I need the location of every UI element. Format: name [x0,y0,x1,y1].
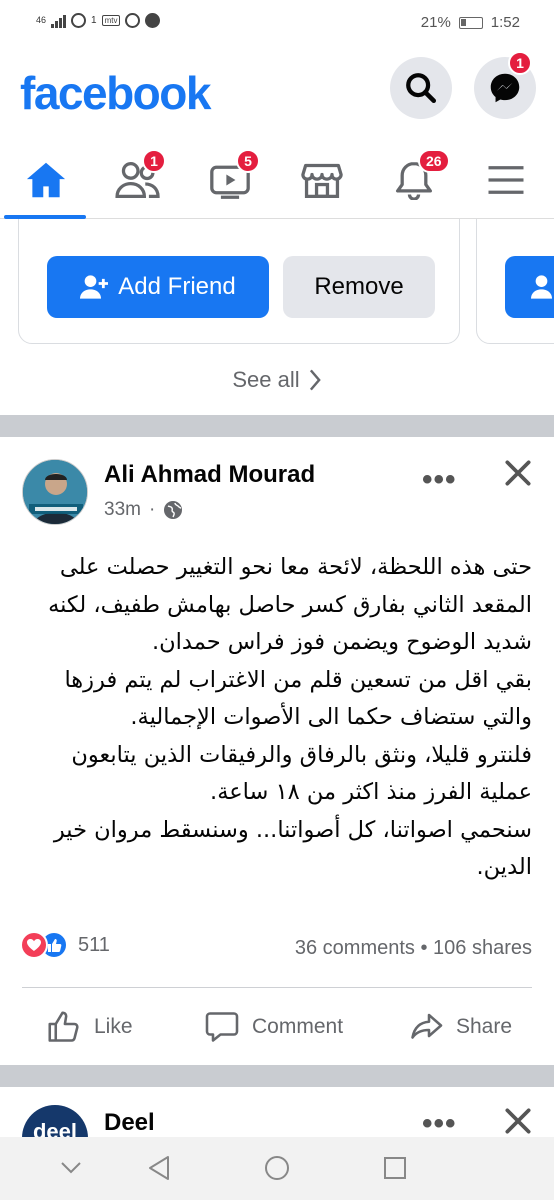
love-reaction-icon [20,931,48,959]
home-circle-icon [265,1156,289,1180]
hide-post-button[interactable] [502,457,534,494]
see-all-label: See all [232,367,300,392]
post-line: عملية الفرز منذ اكثر من ١٨ ساعة. [210,779,532,805]
status-icons-left: 46 1 mtv [36,13,161,28]
friends-badge: 1 [142,149,166,173]
hamburger-menu-icon [488,166,524,194]
post-meta: 33m · [104,499,183,521]
post-line: فلنترو قليلا، ونثق بالرفاق والرفيقات الذ… [71,741,532,768]
facebook-notification-icon [145,13,161,28]
post-options-button[interactable]: ••• [422,463,457,497]
comment-label: Comment [252,1015,344,1038]
app-header: facebook 1 [0,46,554,141]
like-label: Like [94,1015,133,1038]
post-time[interactable]: 33m [104,499,141,521]
profile-photo [23,460,87,524]
marketplace-icon [301,163,343,198]
feed-divider [0,415,554,437]
add-friend-icon [531,275,552,299]
friend-suggestions: Add Friend Remove See all [0,219,554,415]
share-button[interactable]: Share [408,1005,512,1049]
reaction-summary[interactable]: 511 [20,931,110,959]
home-icon [26,162,66,198]
carrier-icon: mtv [101,15,121,26]
comments-shares-count[interactable]: 36 comments • 106 shares [295,937,532,960]
vpn-icon [125,13,141,28]
recents-button[interactable] [380,1153,410,1183]
notifications-badge: 26 [418,149,450,173]
post-line: شديد الوضوح ويضمن فوز فراس حمدان. [151,629,532,655]
comment-button[interactable]: Comment [204,1005,343,1049]
post-line: بقي اقل من تسعين قلم من الاغتراب لم يتم … [64,666,532,693]
like-button[interactable]: Like [46,1005,133,1049]
signal-icon [51,14,67,28]
post-line: المقعد الثاني بفارق كسر حاصل بهامش طفيف،… [48,591,532,618]
recents-square-icon [384,1157,406,1179]
share-icon [411,1013,443,1039]
battery-icon [458,16,483,29]
globe-icon [164,501,183,519]
add-friend-label: Add Friend [118,273,236,300]
comment-icon [205,1012,239,1042]
tab-friends[interactable]: 1 [94,141,182,219]
search-button[interactable] [390,57,452,119]
close-icon [505,1108,531,1134]
status-icons-right: 21% 1:52 [421,14,520,31]
search-icon [406,73,437,104]
system-navigation-bar [0,1137,554,1200]
post-line: حتى هذه اللحظة، لائحة معا نحو التغيير حص… [59,554,532,580]
add-friend-icon [80,275,109,299]
messenger-badge: 1 [508,51,532,75]
add-friend-button[interactable]: Add Friend [47,256,269,318]
add-friend-button-next[interactable] [505,256,554,318]
feed-post: Ali Ahmad Mourad 33m · ••• حتى هذه اللحظ… [0,437,554,1065]
tab-menu[interactable] [462,141,550,219]
network-type: 46 [36,15,47,25]
post-author[interactable]: Ali Ahmad Mourad [104,461,315,489]
back-button[interactable] [144,1153,174,1183]
author-avatar[interactable] [22,459,88,525]
sim-indicator: 1 [91,15,97,26]
suggestion-card-next [476,219,554,344]
post-options-button-next[interactable]: ••• [422,1107,457,1141]
remove-button[interactable]: Remove [283,256,435,318]
tab-marketplace[interactable] [278,141,366,219]
messenger-button[interactable]: 1 [474,51,536,119]
messenger-icon [490,73,520,103]
main-tabs: 1 5 26 [0,141,554,219]
post-body: حتى هذه اللحظة، لائحة معا نحو التغيير حص… [24,549,532,887]
tab-home[interactable] [2,141,90,219]
home-button[interactable] [262,1153,292,1183]
battery-percent: 21% [420,14,451,31]
tab-notifications[interactable]: 26 [370,141,458,219]
watch-badge: 5 [236,149,260,173]
post-line: سنحمي اصواتنا، كل أصواتنا... وسنسقط مروا… [53,816,532,843]
facebook-logo[interactable]: facebook [20,66,211,120]
thumbs-up-icon [48,1011,79,1042]
tab-watch[interactable]: 5 [186,141,274,219]
feed-divider [0,1065,554,1087]
post-line: والتي ستضاف حكما الى الأصوات الإجمالية. [130,704,532,730]
chevron-down-icon [61,1162,81,1174]
share-label: Share [456,1015,513,1038]
reaction-count: 511 [78,933,110,956]
action-divider [22,987,532,988]
status-bar: 46 1 mtv 21% 1:52 [0,0,554,46]
hide-keyboard-button[interactable] [56,1153,86,1183]
hotspot-icon [71,13,87,28]
close-icon [505,460,531,486]
back-triangle-icon [149,1156,169,1180]
chevron-right-icon [309,369,321,391]
clock: 1:52 [490,14,520,31]
post-line: الدين. [476,854,532,880]
see-all-link[interactable]: See all [0,367,554,393]
suggestion-card: Add Friend Remove [18,219,460,344]
post-author-next[interactable]: Deel [104,1109,155,1137]
